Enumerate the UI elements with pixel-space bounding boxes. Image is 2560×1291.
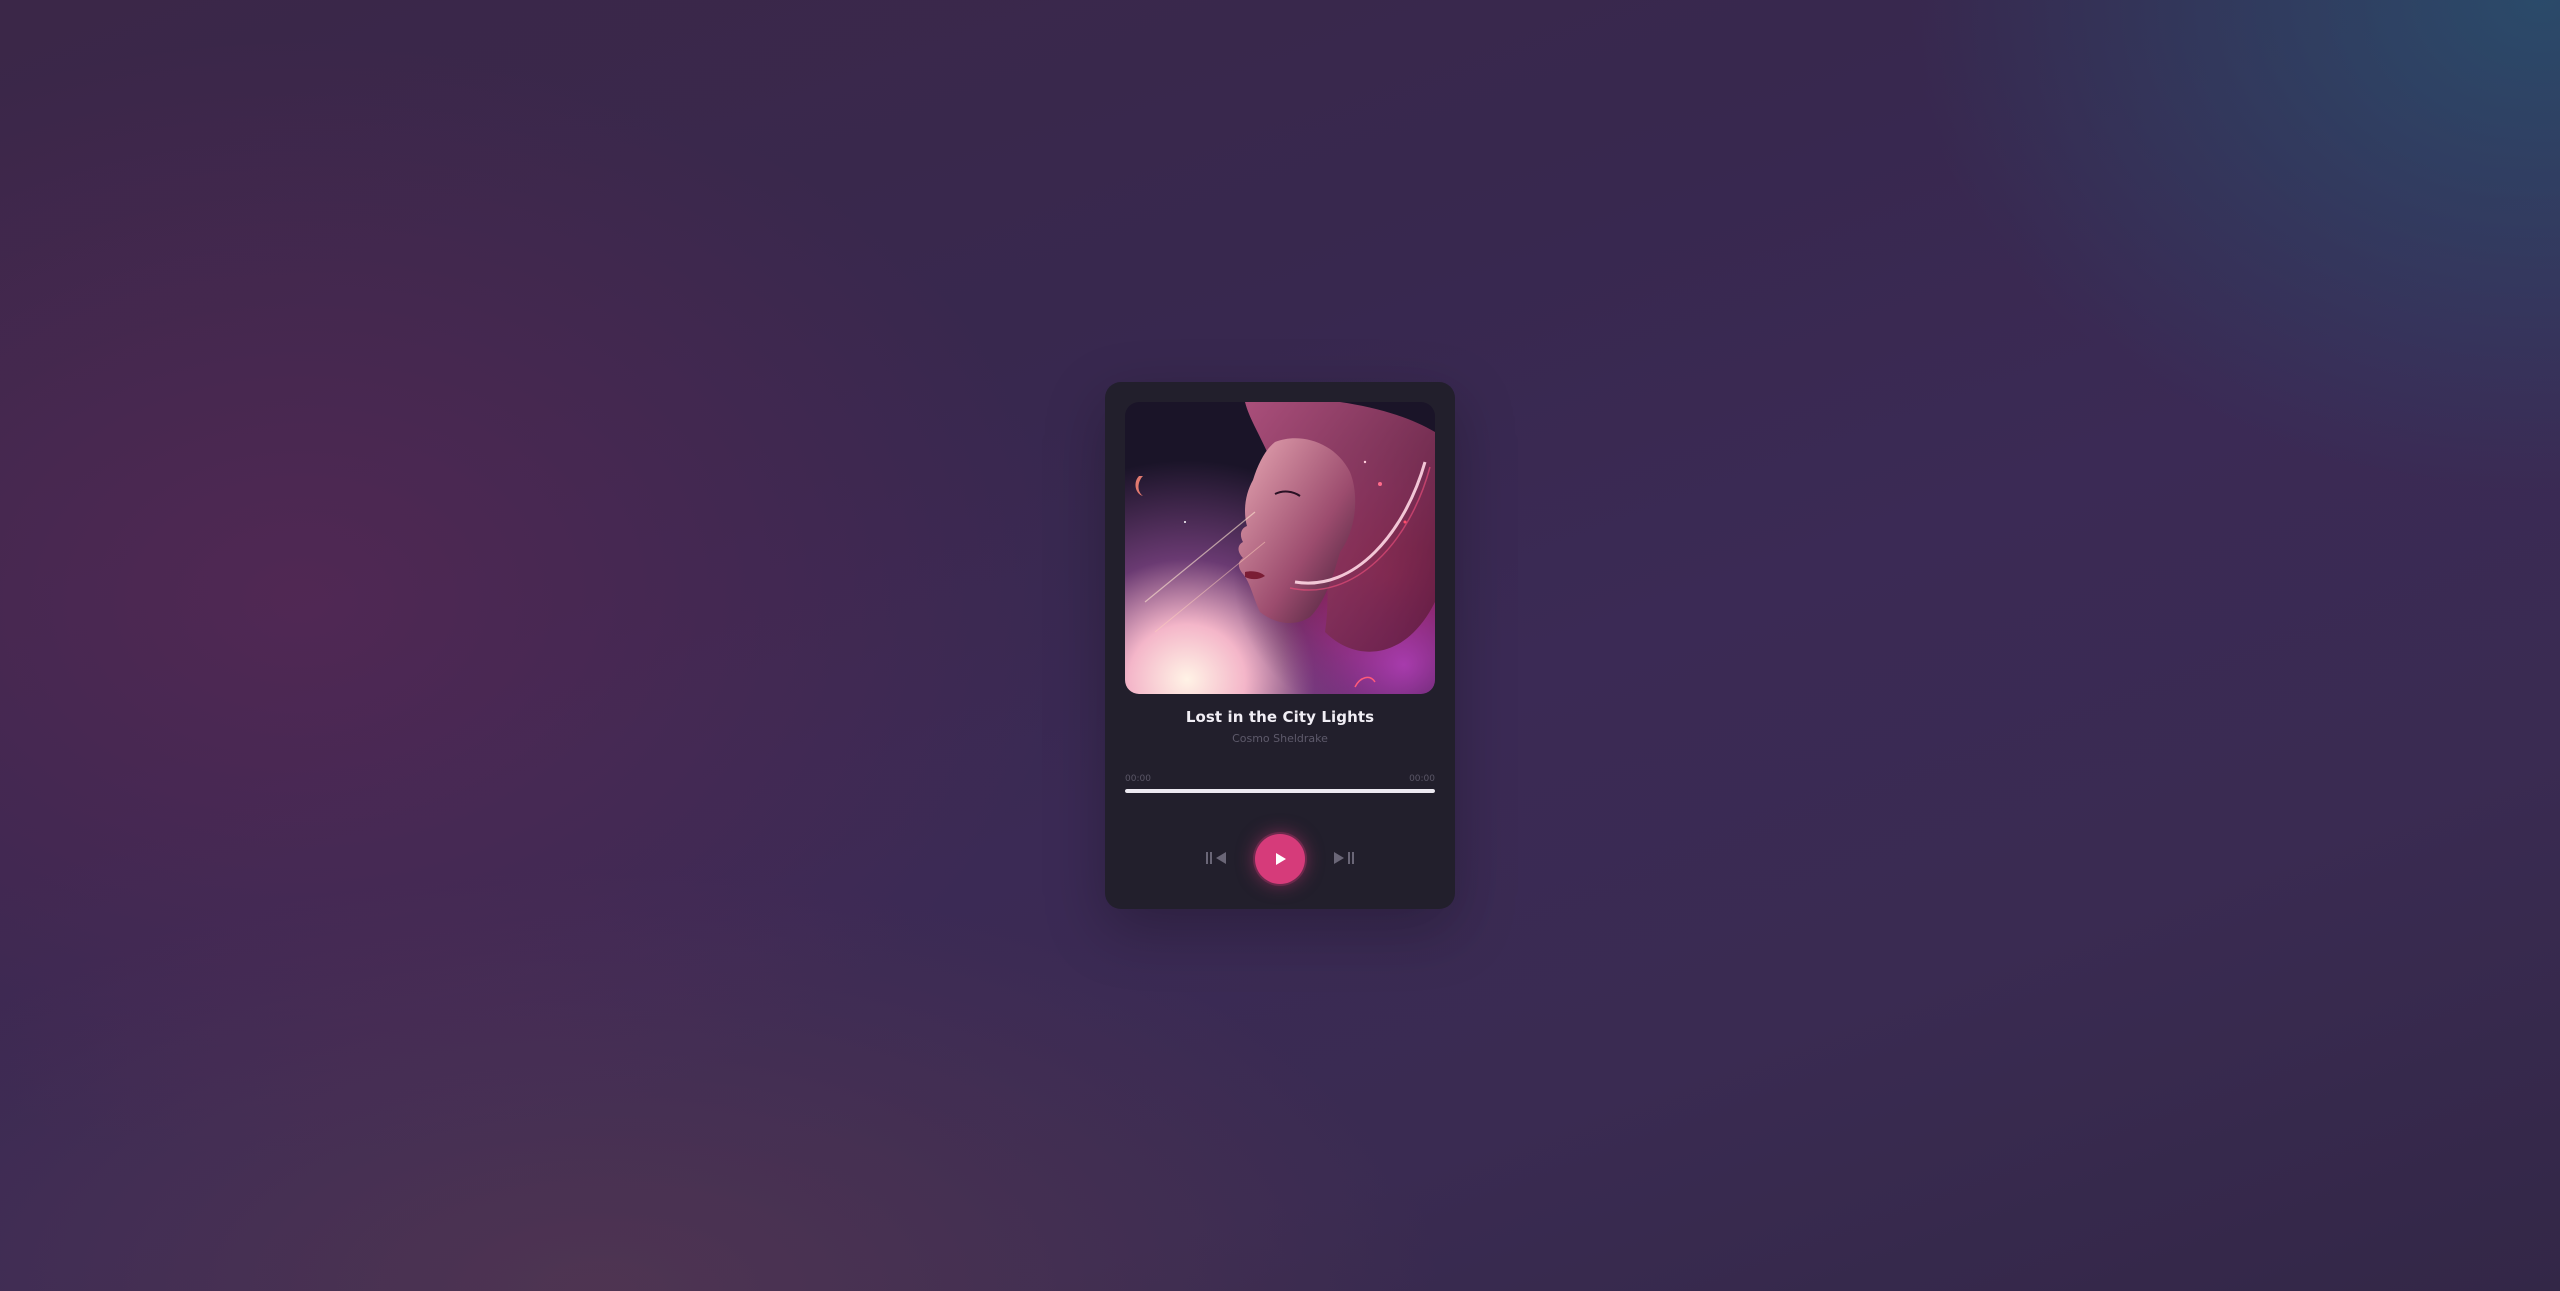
music-player-card: Lost in the City Lights Cosmo Sheldrake …	[1105, 382, 1455, 909]
total-time: 00:00	[1409, 774, 1435, 784]
play-button[interactable]	[1255, 834, 1305, 884]
skip-previous-icon	[1205, 848, 1231, 868]
track-title: Lost in the City Lights	[1185, 708, 1375, 726]
next-track-button[interactable]	[1329, 848, 1355, 868]
previous-track-button[interactable]	[1205, 848, 1231, 868]
progress-fill	[1125, 789, 1435, 793]
track-artist: Cosmo Sheldrake	[1232, 732, 1328, 745]
play-icon	[1255, 834, 1305, 884]
playback-controls	[1105, 834, 1455, 886]
progress-bar[interactable]	[1125, 789, 1435, 793]
album-cover-image	[1125, 402, 1435, 694]
current-time: 00:00	[1125, 774, 1151, 784]
skip-next-icon	[1329, 848, 1355, 868]
